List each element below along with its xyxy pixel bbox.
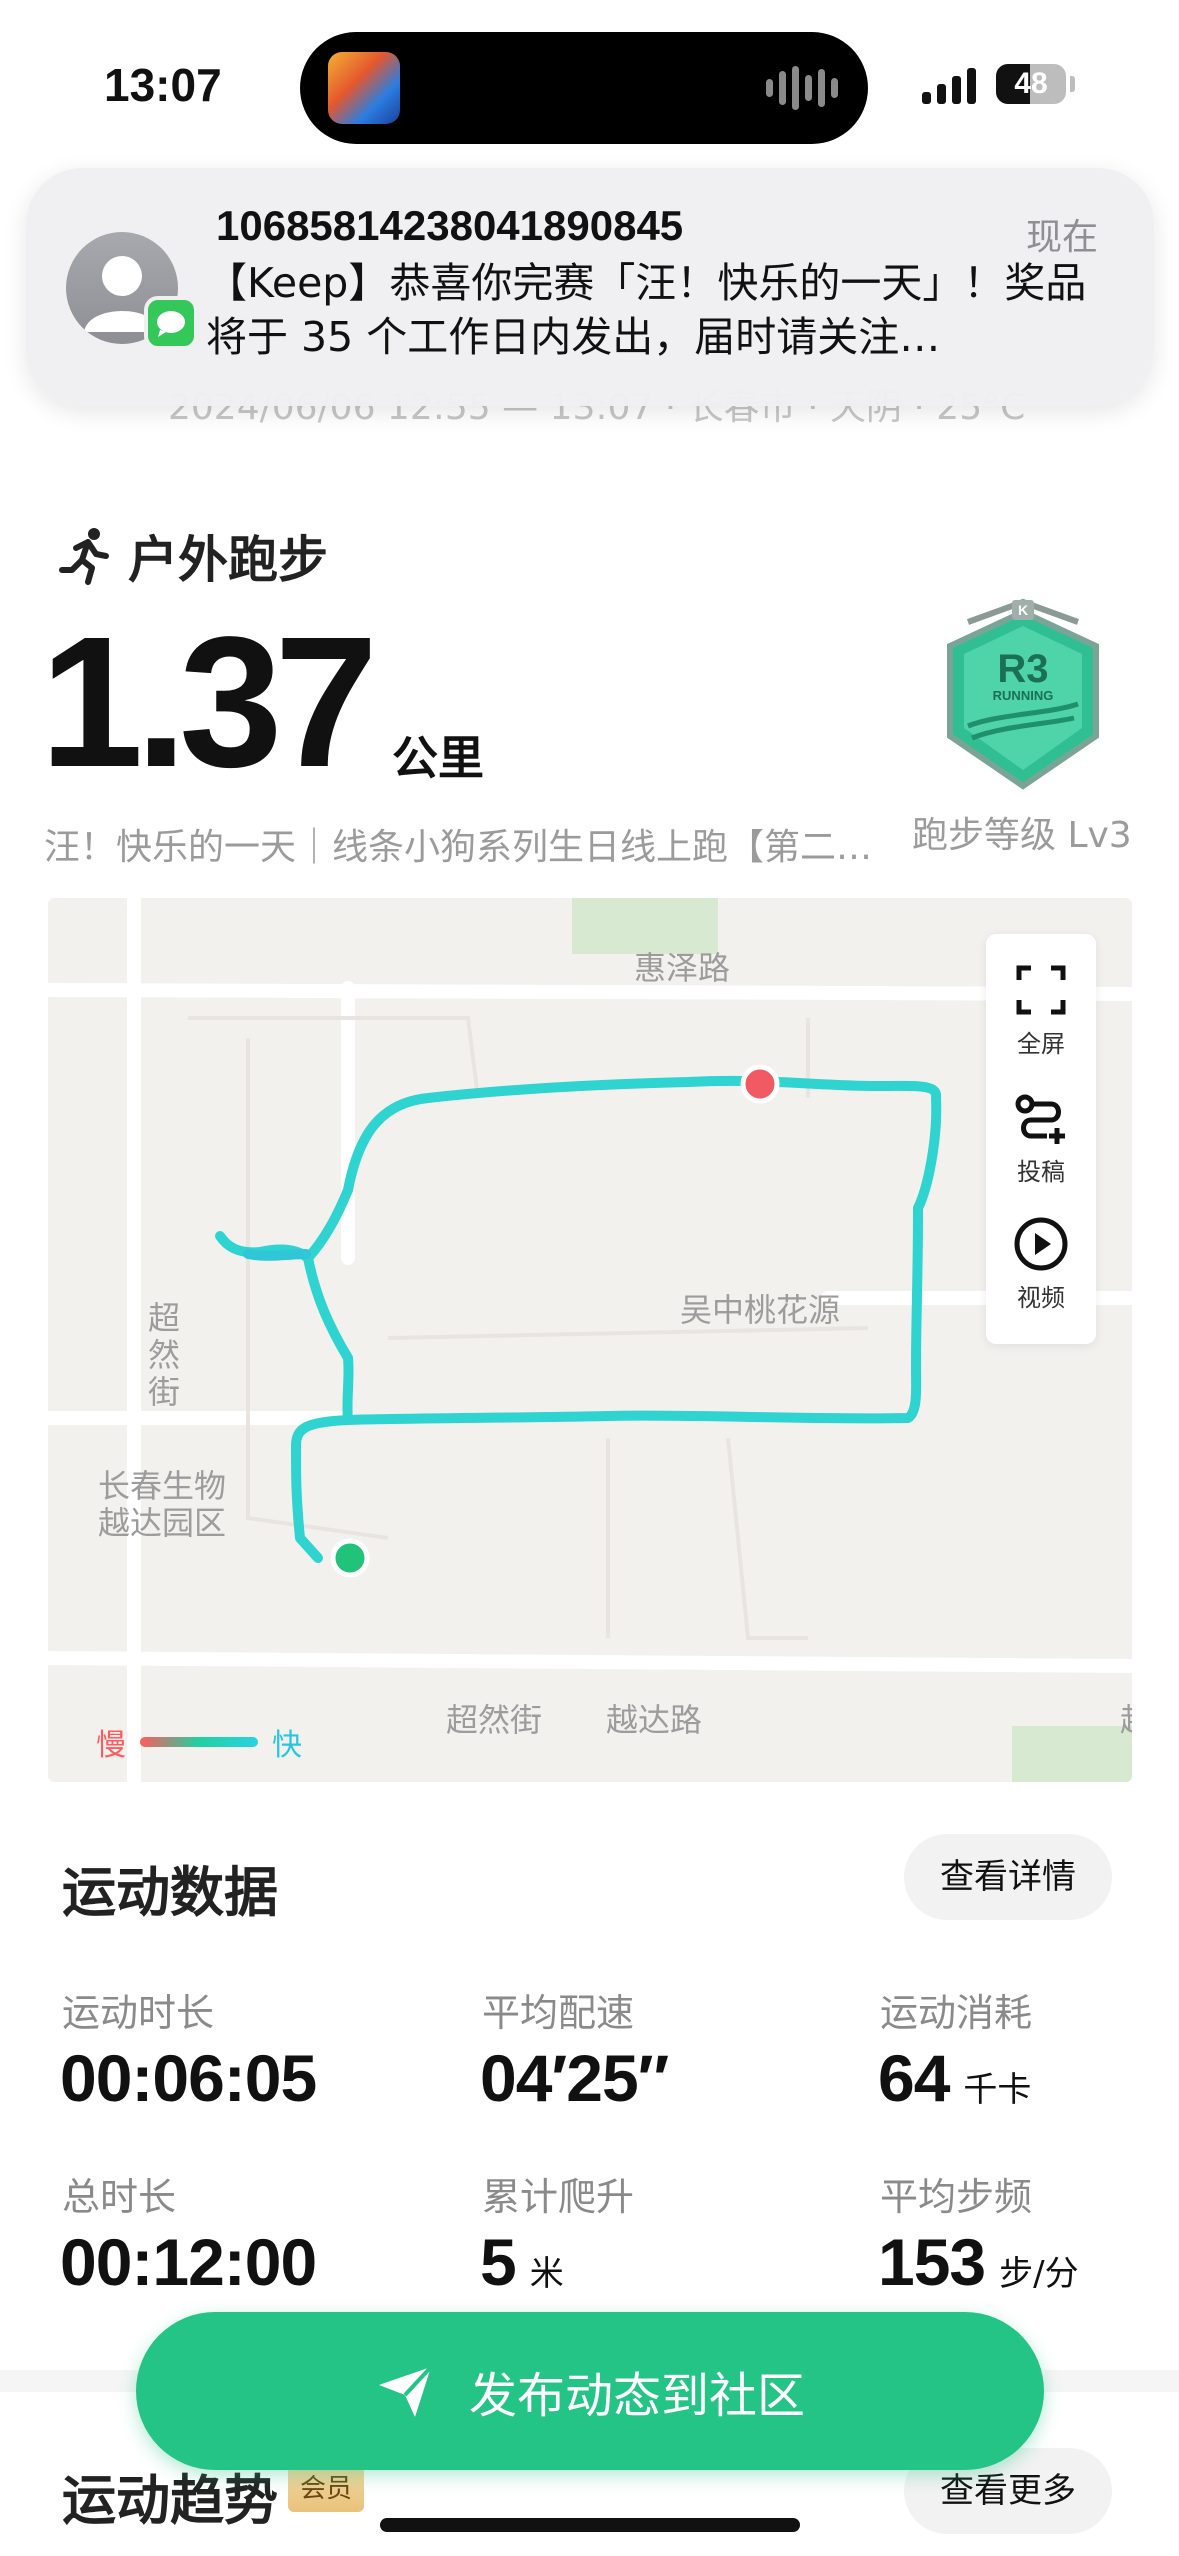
- fullscreen-label: 全屏: [1017, 1030, 1065, 1058]
- post-to-community-button[interactable]: 发布动态到社区: [136, 2312, 1044, 2470]
- pace-legend: 慢 快: [96, 1720, 302, 1764]
- stat-label-cadence: 平均步频: [880, 2175, 1033, 2219]
- calories-unit: 千卡: [963, 2070, 1032, 2110]
- cellular-signal-icon: [922, 66, 976, 104]
- audio-wave-icon: [766, 66, 838, 110]
- route-submit-icon: [1015, 1094, 1065, 1144]
- distance-unit: 公里: [392, 731, 484, 785]
- map-label-north-road: 惠泽路: [634, 949, 731, 987]
- stat-value-elevation: 5米: [480, 2225, 564, 2299]
- badge-title: R3: [997, 647, 1048, 691]
- route-submit-label: 投稿: [1017, 1158, 1065, 1186]
- stat-label-total-time: 总时长: [62, 2175, 177, 2219]
- legend-gradient: [140, 1737, 258, 1747]
- play-video-icon: [1014, 1217, 1068, 1271]
- legend-fast: 快: [272, 1728, 302, 1763]
- stat-label-elevation: 累计爬升: [482, 2175, 635, 2219]
- running-person-icon: [59, 528, 109, 585]
- stat-label-pace: 平均配速: [482, 1991, 635, 2035]
- stat-label-duration: 运动时长: [62, 1991, 215, 2035]
- fullscreen-icon: [1016, 965, 1066, 1015]
- stat-value-cadence: 153 步/分: [878, 2225, 1079, 2299]
- send-icon: [378, 2365, 433, 2417]
- stats-title: 运动数据: [62, 1861, 278, 1924]
- notification-time: 现在: [1025, 217, 1098, 258]
- map-label-west-street: 超 然 街: [148, 1299, 181, 1411]
- running-level-badge[interactable]: K R3 RUNNING: [938, 596, 1108, 792]
- dynamic-island[interactable]: [300, 32, 868, 144]
- battery-icon: 48: [996, 64, 1066, 104]
- notification-sender: 10685814238041890845: [216, 202, 684, 249]
- post-button-label: 发布动态到社区: [468, 2368, 805, 2424]
- map-base: [48, 898, 1132, 1782]
- route-start-marker: [330, 1538, 370, 1578]
- map-label-south-street: 超然街: [446, 1701, 543, 1739]
- status-time: 13:07: [104, 59, 222, 111]
- now-playing-artwork: [328, 52, 400, 124]
- route-submit-button[interactable]: 投稿: [986, 1090, 1096, 1187]
- member-badge: 会员: [288, 2466, 365, 2512]
- sms-notification[interactable]: 10685814238041890845 现在 【Keep】恭喜你完赛「汪！快乐…: [26, 168, 1154, 406]
- route-map[interactable]: 惠泽路 吴中桃花源 超 然 街 长春生物 越达园区 超然街 越达路 越 全屏 投…: [48, 898, 1132, 1782]
- stat-value-pace: 04′25″: [480, 2041, 669, 2115]
- running-level: 跑步等级 Lv3: [912, 815, 1132, 856]
- map-label-edge: 越: [1120, 1702, 1132, 1739]
- map-label-south-road: 越达路: [606, 1701, 703, 1739]
- cadence-unit: 步/分: [999, 2254, 1079, 2294]
- battery-nub: [1070, 76, 1075, 92]
- battery-percent: 48: [1014, 67, 1048, 100]
- play-video-button[interactable]: 视频: [986, 1216, 1096, 1313]
- stat-value-duration: 00:06:05: [60, 2041, 317, 2115]
- elevation-unit: 米: [529, 2254, 564, 2294]
- notification-body: 【Keep】恭喜你完赛「汪！快乐的一天」！奖品将于 35 个工作日内发出，届时请…: [206, 259, 1087, 361]
- badge-subtitle: RUNNING: [993, 688, 1054, 703]
- play-video-label: 视频: [1017, 1284, 1065, 1312]
- map-label-area: 吴中桃花源: [680, 1291, 841, 1329]
- fullscreen-button[interactable]: 全屏: [986, 962, 1096, 1059]
- workout-type-label: 户外跑步: [128, 531, 328, 589]
- svg-text:K: K: [1018, 602, 1028, 618]
- messages-icon: [144, 296, 198, 350]
- stat-value-total-time: 00:12:00: [60, 2225, 317, 2299]
- workout-type: 户外跑步: [58, 520, 328, 592]
- map-toolbar: 全屏 投稿 视频: [986, 934, 1096, 1344]
- legend-slow: 慢: [96, 1728, 126, 1763]
- stat-label-calories: 运动消耗: [880, 1991, 1033, 2035]
- event-name[interactable]: 汪！快乐的一天｜线条小狗系列生日线上跑【第二…: [44, 818, 884, 870]
- map-label-park: 长春生物 越达园区: [98, 1467, 227, 1542]
- home-indicator[interactable]: [380, 2518, 800, 2532]
- route-end-marker: [740, 1064, 780, 1104]
- stat-value-calories: 64 千卡: [878, 2041, 1032, 2115]
- distance-value: 1.37: [40, 599, 378, 806]
- view-details-button[interactable]: 查看详情: [904, 1834, 1112, 1920]
